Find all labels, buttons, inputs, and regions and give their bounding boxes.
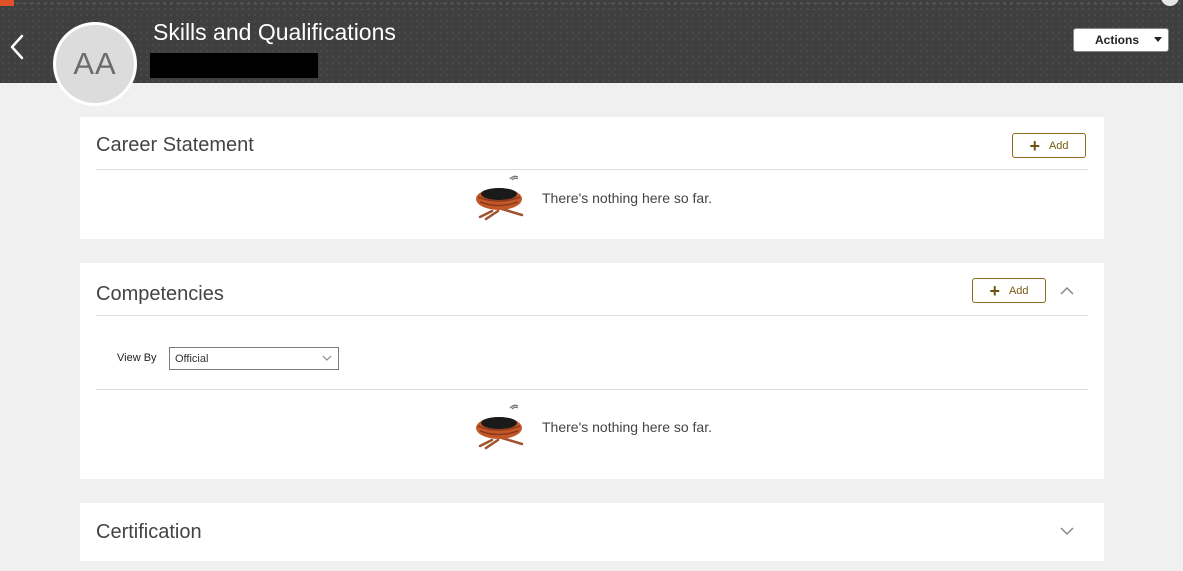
actions-label: Actions: [1095, 33, 1140, 47]
back-button[interactable]: [6, 30, 30, 64]
caret-down-icon: [1154, 37, 1162, 42]
certification-title: Certification: [96, 521, 202, 543]
corner-mark: [0, 0, 14, 6]
plus-icon: +: [989, 280, 1000, 301]
career-statement-title: Career Statement: [96, 134, 254, 156]
career-add-button[interactable]: + Add: [1012, 133, 1086, 158]
avatar: AA: [53, 22, 137, 106]
empty-message: There's nothing here so far.: [542, 419, 712, 435]
add-label: Add: [1008, 284, 1029, 297]
bird-nest-icon: [476, 404, 524, 450]
empty-state: There's nothing here so far.: [472, 402, 712, 452]
page-header: AA Skills and Qualifications Actions: [0, 0, 1183, 106]
career-statement-card: Career Statement + Add There's nothing h…: [80, 117, 1104, 239]
divider: [96, 389, 1088, 390]
empty-state: There's nothing here so far.: [472, 173, 712, 223]
divider: [96, 315, 1088, 316]
competencies-title: Competencies: [96, 283, 224, 305]
chevron-up-icon[interactable]: [1058, 285, 1076, 297]
chevron-down-icon: [322, 355, 332, 361]
redacted-name: [150, 53, 318, 78]
plus-icon: +: [1029, 135, 1040, 156]
view-by-label: View By: [117, 352, 157, 364]
chevron-down-icon[interactable]: [1058, 525, 1076, 537]
page-title: Skills and Qualifications: [153, 19, 396, 45]
view-by-select[interactable]: Official: [169, 347, 339, 370]
chevron-left-icon: [10, 34, 24, 60]
divider: [96, 169, 1088, 170]
header-top-strip: [0, 0, 1183, 10]
competencies-card: Competencies + Add View By Official Ther…: [80, 263, 1104, 479]
add-label: Add: [1048, 139, 1069, 152]
view-by-value: Official: [175, 352, 209, 365]
certification-card: Certification: [80, 503, 1104, 561]
empty-message: There's nothing here so far.: [542, 190, 712, 206]
actions-button[interactable]: Actions: [1073, 28, 1169, 52]
bird-nest-icon: [476, 175, 524, 221]
avatar-initials: AA: [73, 46, 117, 81]
competencies-add-button[interactable]: + Add: [972, 278, 1046, 303]
